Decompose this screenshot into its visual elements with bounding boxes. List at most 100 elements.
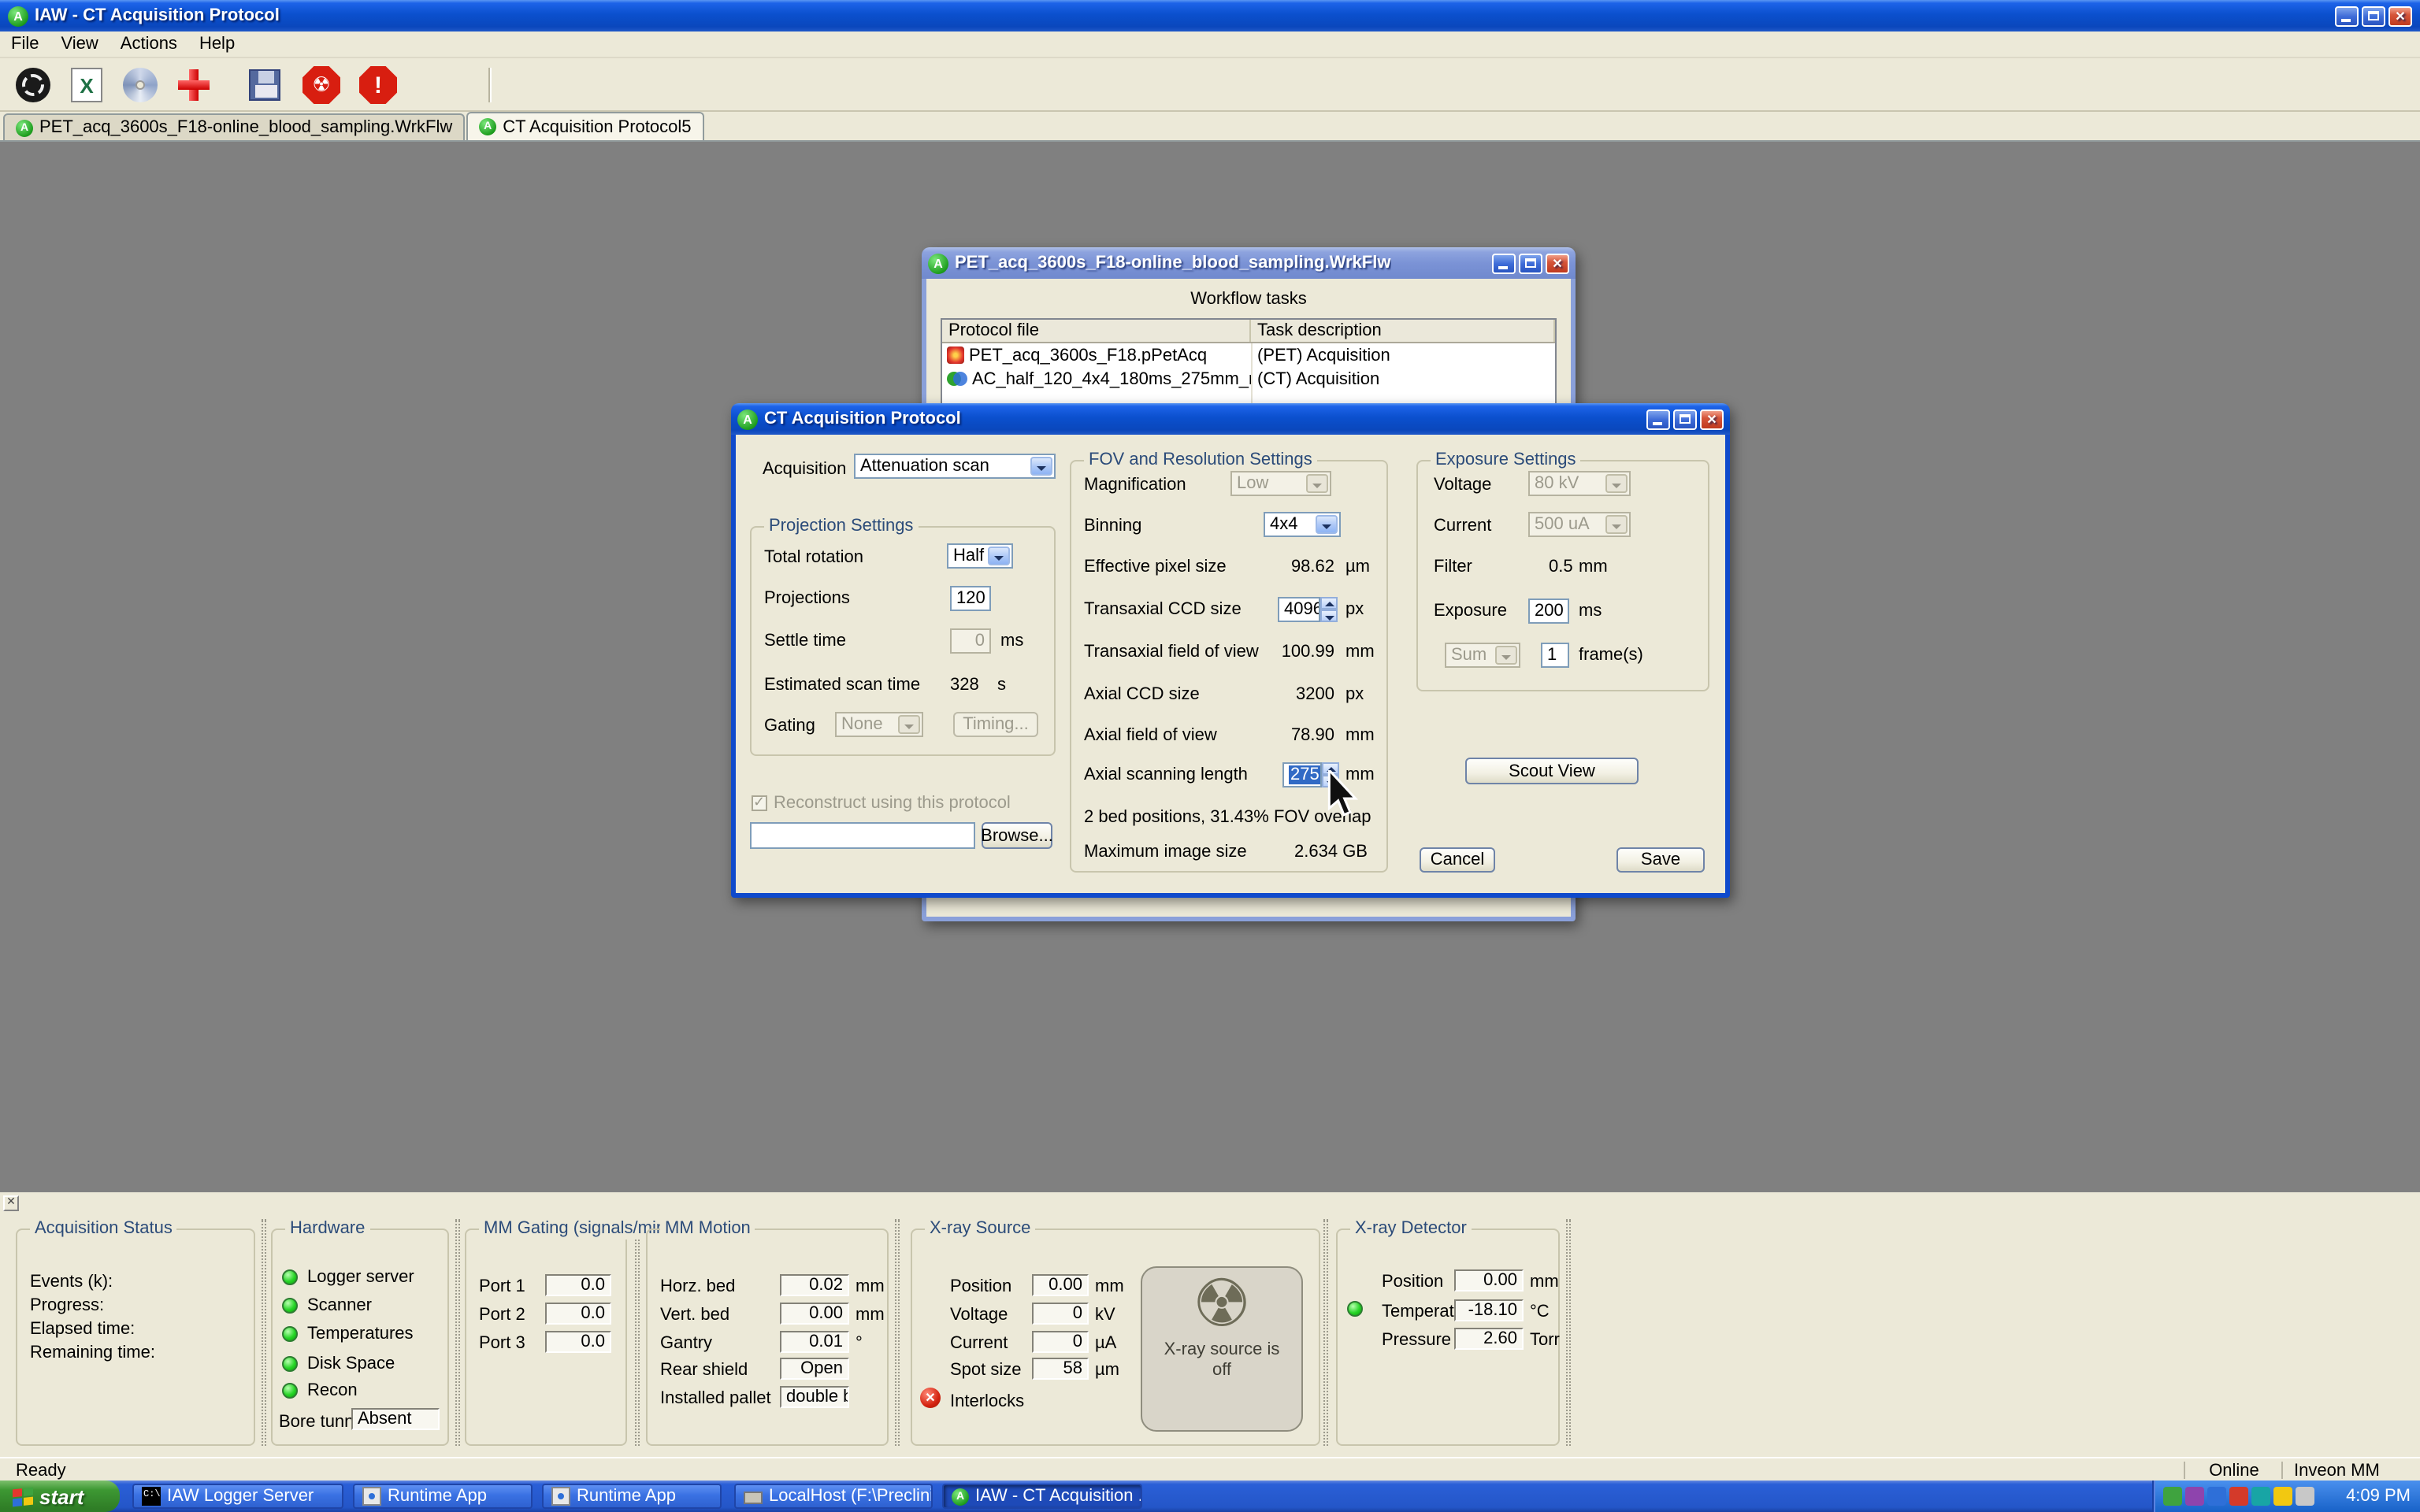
taskbar-item-logger-server[interactable]: IAW Logger Server [132,1484,343,1509]
start-button[interactable]: start [0,1480,120,1512]
minimize-icon[interactable] [1492,253,1516,273]
tab-ct-protocol[interactable]: A CT Acquisition Protocol5 [466,112,703,140]
spin-up-icon[interactable] [1320,597,1338,610]
dock-close-icon[interactable]: ✕ [3,1195,19,1211]
save-disk-icon[interactable] [244,65,285,106]
column-task-description[interactable]: Task description [1251,320,1555,342]
close-icon[interactable] [2388,6,2412,26]
transaxial-fov-label: Transaxial field of view [1084,643,1259,663]
add-icon[interactable] [173,65,214,106]
dock-separator[interactable] [635,1219,640,1446]
source-position-value: 0.00 [1032,1274,1089,1296]
task-description: (CT) Acquisition [1251,369,1555,388]
dock-separator[interactable] [895,1219,900,1446]
binning-combo[interactable]: 4x4 [1264,512,1341,537]
alert-stop-icon[interactable] [358,65,399,106]
scout-view-button[interactable]: Scout View [1465,758,1639,784]
detector-pressure-label: Pressure [1382,1331,1451,1351]
menu-help[interactable]: Help [188,32,246,57]
dock-separator[interactable] [1566,1219,1571,1446]
status-ready: Ready [16,1462,66,1482]
source-current-unit: µA [1095,1334,1116,1354]
projections-input[interactable]: 120 [950,586,991,611]
tab-label: PET_acq_3600s_F18-online_blood_sampling.… [39,118,452,137]
menu-actions[interactable]: Actions [109,32,188,57]
table-row[interactable]: AC_half_120_4x4_180ms_275mm_rat_J5... (C… [942,367,1555,391]
axial-scan-length-input[interactable]: 275 [1282,762,1322,788]
dock-separator[interactable] [1323,1219,1328,1446]
bore-tunnel-value: Absent [351,1408,440,1430]
total-rotation-combo[interactable]: Half [947,543,1013,569]
taskbar-item-runtime-app-1[interactable]: Runtime App [353,1484,533,1509]
spin-down-icon[interactable] [1320,610,1338,622]
transaxial-ccd-input[interactable]: 4096 [1278,597,1320,622]
chevron-down-icon[interactable] [988,547,1010,565]
reconstruct-checkbox [752,795,767,811]
menu-view[interactable]: View [50,32,109,57]
effective-pixel-size-unit: µm [1345,558,1370,578]
chevron-down-icon[interactable] [1030,457,1052,476]
exposure-input[interactable]: 200 [1528,598,1569,624]
taskbar-item-localhost[interactable]: LocalHost (F:\Preclini... [734,1484,933,1509]
minimize-icon[interactable] [2335,6,2359,26]
maximize-icon[interactable] [1519,253,1542,273]
save-button[interactable]: Save [1616,847,1705,873]
axial-ccd-unit: px [1345,685,1364,706]
tray-icon-gray[interactable] [2296,1487,2314,1506]
detector-position-label: Position [1382,1273,1443,1293]
port-value: 0.0 [545,1331,611,1353]
tray-icon-red[interactable] [2229,1487,2248,1506]
xray-source-status-text: X-ray source is off [1164,1340,1280,1381]
progress-label: Progress: [30,1296,104,1317]
browse-button[interactable]: Browse... [982,822,1052,849]
acquisition-combo[interactable]: Attenuation scan [854,454,1056,479]
cancel-button[interactable]: Cancel [1420,847,1495,873]
group-title: X-ray Detector [1350,1219,1472,1240]
port-label: Port 2 [479,1306,525,1326]
menu-file[interactable]: File [0,32,50,57]
taskbar-item-iaw-ct[interactable]: A IAW - CT Acquisition ... [942,1484,1142,1509]
tray-icon-yellow[interactable] [2273,1487,2292,1506]
close-icon[interactable] [1546,253,1569,273]
maximize-icon[interactable] [1673,409,1697,429]
axial-ccd-label: Axial CCD size [1084,685,1200,706]
tray-icon-purple[interactable] [2185,1487,2204,1506]
dock-separator[interactable] [262,1219,266,1446]
hardware-item: Disk Space [307,1354,395,1373]
clock[interactable]: 4:09 PM [2346,1487,2411,1506]
radiation-stop-icon[interactable] [301,65,342,106]
disc-icon[interactable] [120,65,161,106]
axial-fov-value: 78.90 [1240,726,1334,747]
aperture-icon[interactable] [13,65,54,106]
transaxial-ccd-spinner[interactable] [1320,597,1338,622]
tray-icon-blue[interactable] [2207,1487,2226,1506]
chevron-down-icon [1306,474,1328,493]
menubar: File View Actions Help [0,32,2420,58]
table-row[interactable]: PET_acq_3600s_F18.pPetAcq (PET) Acquisit… [942,343,1555,367]
maximize-icon[interactable] [2362,6,2385,26]
frame-count-input[interactable]: 1 [1541,643,1569,668]
dock-separator[interactable] [455,1219,460,1446]
tray-icon-green[interactable] [2163,1487,2182,1506]
taskbar-item-runtime-app-2[interactable]: Runtime App [542,1484,722,1509]
axial-scan-length-label: Axial scanning length [1084,765,1248,786]
main-window-title: IAW - CT Acquisition Protocol [35,6,280,25]
group-title: Projection Settings [764,517,918,537]
taskbar-item-label: IAW - CT Acquisition ... [975,1487,1142,1506]
chevron-down-icon[interactable] [1316,515,1338,534]
reconstruct-path-input[interactable] [750,822,975,849]
app-icon: A [928,253,948,273]
close-icon[interactable] [1700,409,1724,429]
gating-combo: None [835,712,923,737]
spreadsheet-icon[interactable] [66,65,107,106]
max-image-size-value: 2.634 GB [1260,843,1368,863]
table-header: Protocol file Task description [942,320,1555,343]
acquisition-value: Attenuation scan [860,457,989,476]
minimize-icon[interactable] [1646,409,1670,429]
column-protocol-file[interactable]: Protocol file [942,320,1251,342]
tray-icon-teal[interactable] [2251,1487,2270,1506]
chevron-down-icon [1605,474,1628,493]
task-description: (PET) Acquisition [1251,346,1555,365]
tab-workflow[interactable]: A PET_acq_3600s_F18-online_blood_samplin… [3,113,465,140]
toolbar-separator [488,68,492,102]
